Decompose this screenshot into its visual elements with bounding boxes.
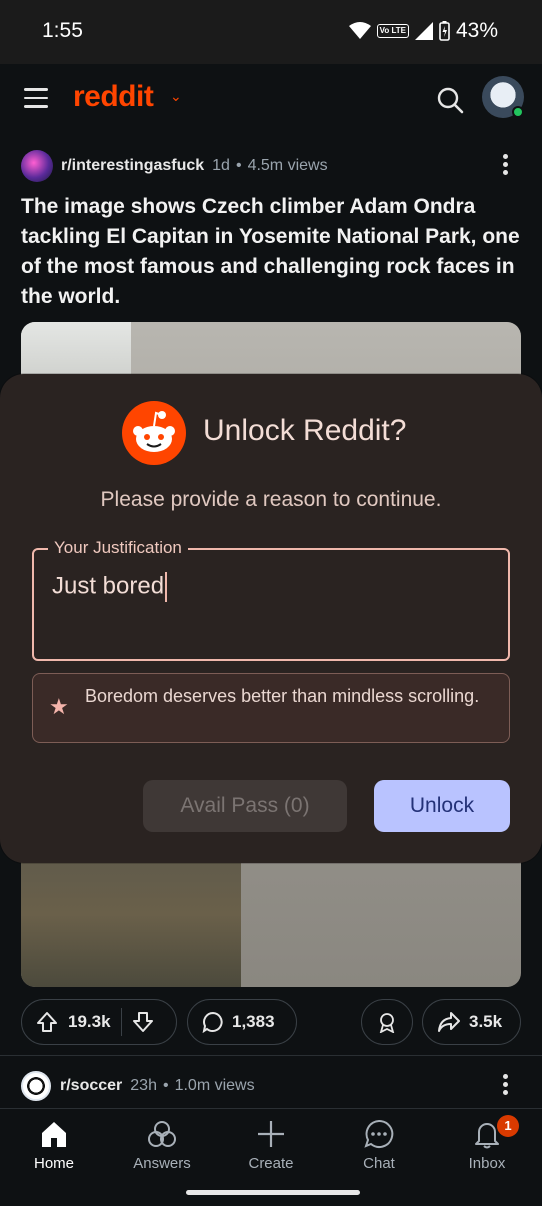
signal-icon xyxy=(414,22,433,40)
app-header: reddit ⌄ xyxy=(0,64,542,134)
home-indicator[interactable] xyxy=(186,1190,360,1195)
vote-pill: 19.3k xyxy=(21,999,177,1045)
justification-value: Just bored xyxy=(52,572,165,600)
comment-icon xyxy=(202,1011,223,1033)
nav-create-label: Create xyxy=(248,1155,294,1172)
soccer-avatar[interactable] xyxy=(21,1071,51,1101)
status-bar: 1:55 Vo LTE 43% xyxy=(0,0,542,64)
post-views: 4.5m views xyxy=(247,157,328,174)
battery-percent: 43% xyxy=(455,19,498,42)
answers-icon xyxy=(148,1121,176,1147)
share-icon xyxy=(438,1012,460,1032)
more-options-icon[interactable] xyxy=(503,154,511,178)
subreddit-name[interactable]: r/interestingasfuck xyxy=(61,157,204,175)
post-meta: r/interestingasfuck 1d • 4.5m views xyxy=(21,150,521,182)
next-post-meta: r/soccer 23h • 1.0m views xyxy=(21,1070,521,1102)
downvote-icon[interactable] xyxy=(132,1011,154,1033)
feedback-text: Boredom deserves better than mindless sc… xyxy=(85,686,480,706)
upvote-count: 19.3k xyxy=(68,1012,111,1031)
star-icon: ★ xyxy=(49,694,69,719)
unlock-dialog: Unlock Reddit? Please provide a reason t… xyxy=(0,374,542,863)
nav-answers[interactable]: Answers xyxy=(112,1119,212,1172)
chat-icon xyxy=(364,1119,394,1148)
status-icons: Vo LTE 43% xyxy=(348,19,498,43)
next-post-age: 23h xyxy=(130,1077,157,1094)
battery-icon xyxy=(439,21,450,41)
nav-inbox[interactable]: 1 Inbox xyxy=(437,1115,537,1172)
dialog-subtitle: Please provide a reason to continue. xyxy=(100,488,442,511)
next-more-options-icon[interactable] xyxy=(503,1074,511,1098)
nav-chat-label: Chat xyxy=(363,1155,395,1172)
online-status-dot xyxy=(512,106,524,118)
nav-create[interactable]: Create xyxy=(221,1119,321,1172)
upvote-icon[interactable] xyxy=(36,1011,58,1033)
justification-field[interactable]: Your Justification Just bored xyxy=(32,538,510,661)
award-button[interactable] xyxy=(361,999,413,1045)
volte-icon: Vo LTE xyxy=(376,24,409,38)
next-post-views: 1.0m views xyxy=(174,1077,255,1094)
justification-label: Your Justification xyxy=(48,538,188,558)
chevron-down-icon[interactable]: ⌄ xyxy=(170,88,182,105)
status-time: 1:55 xyxy=(42,19,83,42)
reddit-logo[interactable]: reddit xyxy=(73,80,154,114)
next-meta-separator: • xyxy=(162,1077,169,1094)
dialog-title: Unlock Reddit? xyxy=(203,414,407,447)
share-button[interactable]: 3.5k xyxy=(422,999,521,1045)
nav-answers-label: Answers xyxy=(133,1155,191,1172)
reddit-snoo-icon xyxy=(122,401,186,465)
post-divider xyxy=(0,1055,542,1056)
post-title[interactable]: The image shows Czech climber Adam Ondra… xyxy=(21,192,521,312)
comments-button[interactable]: 1,383 xyxy=(187,999,297,1045)
nav-home-label: Home xyxy=(33,1155,74,1172)
subreddit-avatar[interactable] xyxy=(21,150,53,182)
next-subreddit-name[interactable]: r/soccer xyxy=(60,1077,122,1095)
unlock-button[interactable]: Unlock xyxy=(374,780,510,832)
comment-count: 1,383 xyxy=(232,1012,275,1031)
post-actions: 19.3k 1,383 3.5k xyxy=(21,999,521,1045)
image-forest xyxy=(21,842,241,987)
feedback-message: ★ Boredom deserves better than mindless … xyxy=(32,673,510,743)
post-age: 1d xyxy=(212,157,230,174)
wifi-icon xyxy=(348,22,371,39)
avail-pass-button[interactable]: Avail Pass (0) xyxy=(143,780,347,832)
nav-inbox-label: Inbox xyxy=(468,1155,506,1172)
award-icon xyxy=(379,1013,395,1033)
share-count: 3.5k xyxy=(469,1012,503,1031)
inbox-badge: 1 xyxy=(497,1115,519,1137)
menu-icon[interactable] xyxy=(24,88,48,108)
plus-icon xyxy=(258,1121,284,1147)
nav-chat[interactable]: Chat xyxy=(329,1119,429,1172)
justification-input[interactable]: Just bored xyxy=(52,572,168,602)
text-cursor xyxy=(165,572,168,602)
meta-separator: • xyxy=(235,157,242,174)
nav-home[interactable]: Home xyxy=(4,1119,104,1172)
search-icon[interactable] xyxy=(436,86,464,114)
home-icon xyxy=(42,1122,66,1147)
